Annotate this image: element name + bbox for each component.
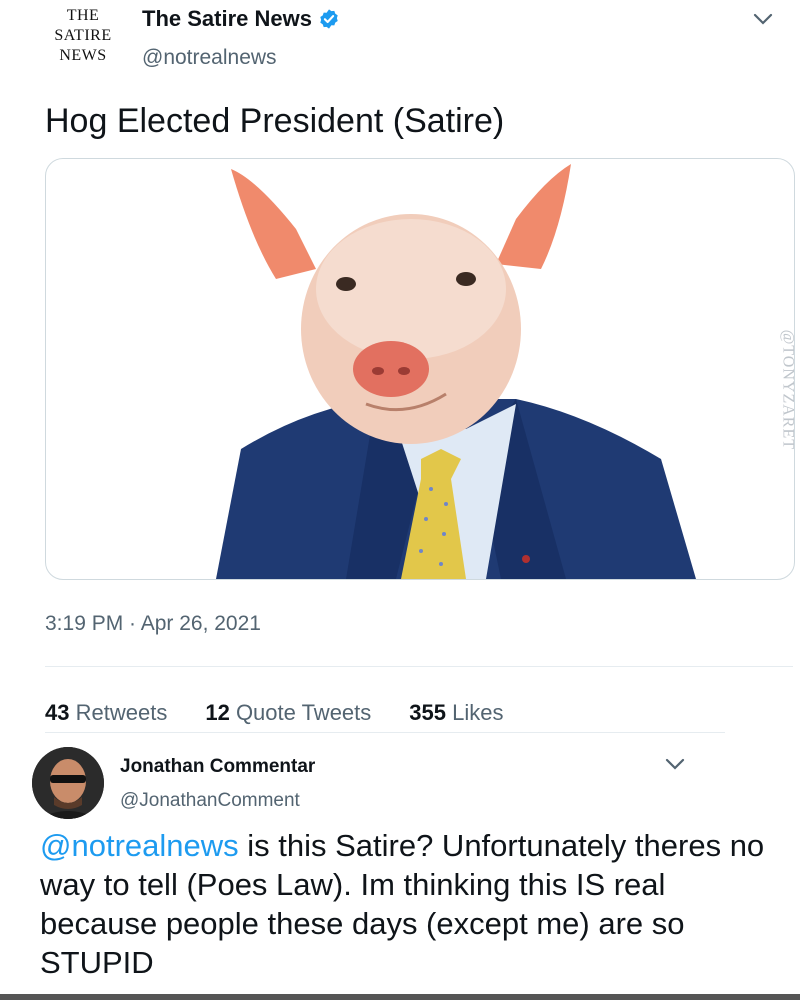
reply-display-name[interactable]: Jonathan Commentar [120, 756, 315, 778]
divider [45, 732, 725, 733]
retweets-count: 43 [45, 700, 70, 725]
reply-handle[interactable]: @JonathanComment [120, 790, 300, 812]
publisher-logo[interactable]: THE SATIRE NEWS [40, 6, 126, 66]
likes-label: Likes [452, 700, 504, 725]
avatar[interactable] [32, 747, 104, 819]
likes-stat[interactable]: 355 Likes [409, 700, 503, 726]
reply-mention-link[interactable]: @notrealnews [40, 828, 239, 863]
author-name-row[interactable]: The Satire News [142, 6, 340, 32]
quote-tweets-stat[interactable]: 12 Quote Tweets [205, 700, 371, 726]
divider [45, 666, 793, 667]
chevron-down-icon[interactable] [664, 757, 686, 771]
bottom-edge [0, 994, 800, 1000]
logo-line: NEWS [59, 47, 107, 64]
logo-line: THE [66, 7, 100, 24]
retweets-stat[interactable]: 43 Retweets [45, 700, 167, 726]
logo-line: SATIRE [54, 27, 112, 44]
author-display-name[interactable]: The Satire News [142, 6, 312, 32]
quote-tweets-label: Quote Tweets [235, 700, 372, 725]
tweet-image-card[interactable] [45, 158, 795, 580]
reply-avatar-image [32, 747, 104, 819]
verified-badge-icon [320, 9, 338, 29]
retweets-label: Retweets [75, 700, 168, 725]
likes-count: 355 [409, 700, 446, 725]
reply-text: @notrealnews is this Satire? Unfortunate… [40, 826, 790, 982]
quote-tweets-count: 12 [205, 700, 230, 725]
tweet-timestamp[interactable]: 3:19 PM · Apr 26, 2021 [45, 612, 261, 636]
hog-in-suit-image [216, 164, 696, 579]
chevron-down-icon[interactable] [752, 12, 774, 26]
tweet-text: Hog Elected President (Satire) [45, 102, 505, 140]
author-handle[interactable]: @notrealnews [142, 46, 277, 70]
image-watermark: @TONYZARET [779, 329, 796, 450]
engagement-stats: 43 Retweets 12 Quote Tweets 355 Likes [45, 700, 503, 726]
